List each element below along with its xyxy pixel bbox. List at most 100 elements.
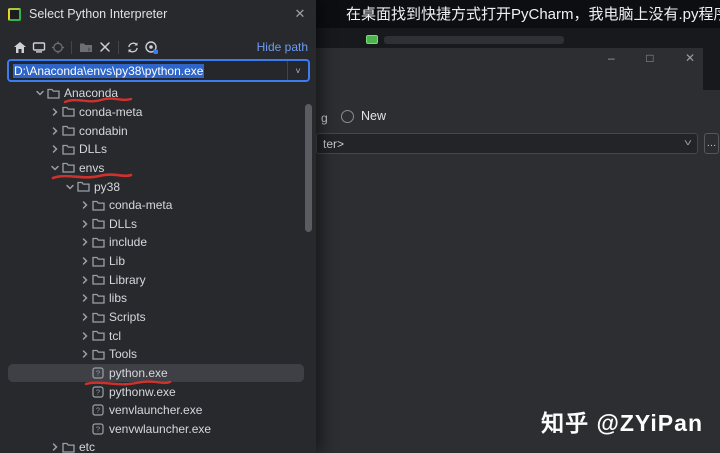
file-tree: Anacondaconda-metacondabinDLLsenvspy38co… <box>0 84 316 453</box>
radio-circle-icon[interactable] <box>341 110 354 123</box>
folder-icon <box>91 273 105 286</box>
folder-icon <box>91 236 105 249</box>
interpreter-path-value[interactable]: D:\Anaconda\envs\py38\python.exe <box>9 64 287 78</box>
browse-button[interactable]: … <box>704 133 719 154</box>
chevron-collapsed-icon[interactable] <box>48 143 61 155</box>
toolbar-separator <box>118 41 119 54</box>
toolbar-separator <box>71 41 72 54</box>
maximize-icon[interactable]: □ <box>646 52 653 64</box>
chevron-collapsed-icon[interactable] <box>78 218 91 230</box>
tree-row-label: etc <box>79 441 95 453</box>
tree-row-python-exe[interactable]: ?python.exe <box>8 364 304 383</box>
tree-row-dlls[interactable]: DLLs <box>0 140 316 159</box>
svg-text:?: ? <box>96 406 100 415</box>
tree-row-include[interactable]: include <box>0 233 316 252</box>
tree-row-label: pythonw.exe <box>109 386 176 398</box>
tree-row-label: libs <box>109 292 127 304</box>
existing-radio-label-fragment: g <box>321 111 328 125</box>
tree-row-etc[interactable]: etc <box>0 438 316 453</box>
chevron-collapsed-icon[interactable] <box>48 441 61 453</box>
home-icon[interactable] <box>10 39 29 55</box>
chevron-collapsed-icon[interactable] <box>78 236 91 248</box>
chevron-expanded-icon[interactable] <box>33 87 46 99</box>
folder-icon <box>91 311 105 324</box>
exe-file-icon: ? <box>91 404 105 417</box>
tree-row-venvwlauncher-exe[interactable]: ? venvwlauncher.exe <box>0 420 316 439</box>
hide-path-link[interactable]: Hide path <box>257 40 308 54</box>
chevron-placeholder <box>78 367 91 379</box>
folder-icon <box>91 255 105 268</box>
exe-file-icon: ? <box>91 385 105 398</box>
chevron-collapsed-icon[interactable] <box>48 125 61 137</box>
chevron-placeholder <box>78 404 91 416</box>
tree-row-pythonw-exe[interactable]: ? pythonw.exe <box>0 382 316 401</box>
close-icon[interactable]: ✕ <box>685 52 695 64</box>
tree-row-label: Tools <box>109 348 137 360</box>
chevron-expanded-icon[interactable] <box>48 162 61 174</box>
tree-row-tcl[interactable]: tcl <box>0 326 316 345</box>
desktop-icon[interactable] <box>29 39 48 55</box>
tree-row-label: venvwlauncher.exe <box>109 423 211 435</box>
tree-row-label: Lib <box>109 255 125 267</box>
svg-text:?: ? <box>96 387 100 396</box>
tree-scrollbar-thumb[interactable] <box>305 104 312 232</box>
tree-row-library[interactable]: Library <box>0 270 316 289</box>
tree-row-conda-meta[interactable]: conda-meta <box>0 196 316 215</box>
tree-row-label: include <box>109 236 147 248</box>
refresh-icon[interactable] <box>123 39 142 55</box>
tree-row-venvlauncher-exe[interactable]: ? venvlauncher.exe <box>0 401 316 420</box>
interpreter-combo[interactable]: ter> ˅ <box>316 133 698 154</box>
path-dropdown-button[interactable]: ˅ <box>287 61 308 80</box>
window-controls: – □ ✕ <box>600 48 703 68</box>
faint-window-title <box>384 36 564 44</box>
tree-row-dlls[interactable]: DLLs <box>0 214 316 233</box>
interpreter-combo-value: ter> <box>323 137 685 151</box>
chevron-expanded-icon[interactable] <box>63 181 76 193</box>
show-hidden-icon[interactable] <box>142 39 161 55</box>
tree-row-libs[interactable]: libs <box>0 289 316 308</box>
chevron-collapsed-icon[interactable] <box>78 292 91 304</box>
tree-row-conda-meta[interactable]: conda-meta <box>0 103 316 122</box>
chevron-collapsed-icon[interactable] <box>78 274 91 286</box>
chevron-collapsed-icon[interactable] <box>48 106 61 118</box>
folder-icon <box>91 348 105 361</box>
tree-row-scripts[interactable]: Scripts <box>0 308 316 327</box>
new-folder-icon <box>76 39 95 55</box>
tutorial-caption: 在桌面找到快捷方式打开PyCharm，我电脑上没有.py程序，我这里 <box>346 3 720 25</box>
dialog-titlebar[interactable]: Select Python Interpreter ✕ <box>0 0 316 28</box>
select-interpreter-dialog: Select Python Interpreter ✕ <box>0 0 316 453</box>
exe-file-icon: ? <box>91 422 105 435</box>
chevron-collapsed-icon[interactable] <box>78 348 91 360</box>
tree-row-envs[interactable]: envs <box>0 159 316 178</box>
folder-icon <box>61 143 75 156</box>
tree-row-tools[interactable]: Tools <box>0 345 316 364</box>
minimize-icon[interactable]: – <box>608 52 615 64</box>
chevron-collapsed-icon[interactable] <box>78 330 91 342</box>
tree-row-label: DLLs <box>109 218 137 230</box>
delete-icon[interactable] <box>95 39 114 55</box>
folder-icon <box>46 87 60 100</box>
new-interpreter-radio[interactable]: New <box>341 109 386 123</box>
chevron-collapsed-icon[interactable] <box>78 255 91 267</box>
folder-icon <box>61 161 75 174</box>
chevron-collapsed-icon[interactable] <box>78 311 91 323</box>
tree-row-anaconda[interactable]: Anaconda <box>0 84 316 103</box>
tree-row-label: conda-meta <box>109 199 172 211</box>
tree-row-label: python.exe <box>109 367 168 379</box>
chevron-placeholder <box>78 386 91 398</box>
tree-row-label: Anaconda <box>64 87 118 99</box>
tree-row-label: venvlauncher.exe <box>109 404 202 416</box>
dialog-toolbar: Hide path <box>10 38 308 56</box>
chevron-down-icon[interactable]: ˅ <box>684 138 692 149</box>
folder-icon <box>61 105 75 118</box>
tree-row-lib[interactable]: Lib <box>0 252 316 271</box>
dialog-close-icon[interactable]: ✕ <box>290 4 310 24</box>
chevron-collapsed-icon[interactable] <box>78 199 91 211</box>
tree-row-py38[interactable]: py38 <box>0 177 316 196</box>
folder-icon <box>91 199 105 212</box>
interpreter-path-field[interactable]: D:\Anaconda\envs\py38\python.exe ˅ <box>7 59 310 82</box>
tree-row-condabin[interactable]: condabin <box>0 121 316 140</box>
tree-row-label: envs <box>79 162 104 174</box>
pycharm-icon <box>8 8 21 21</box>
folder-icon <box>91 329 105 342</box>
